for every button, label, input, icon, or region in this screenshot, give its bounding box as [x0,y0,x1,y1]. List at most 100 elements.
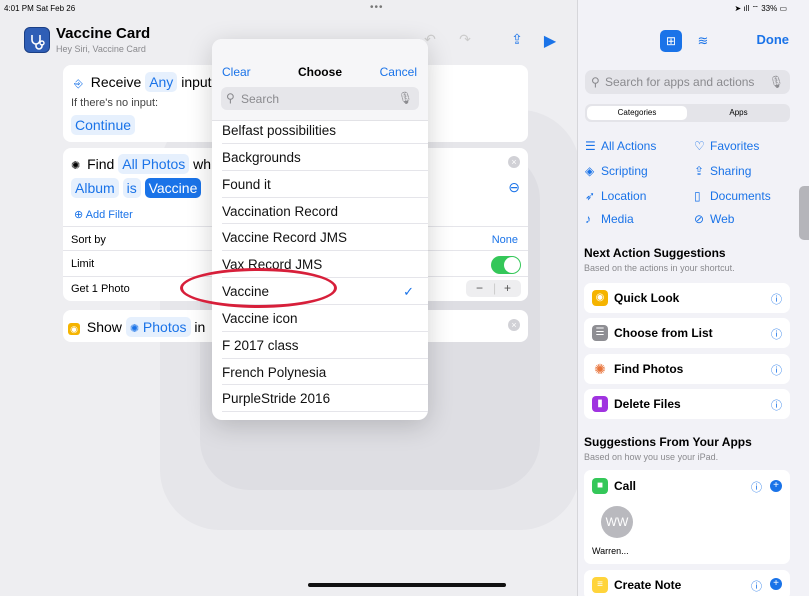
battery-icon: ▭ [779,4,787,13]
app-suggestions-title: Suggestions From Your Apps [584,435,752,449]
album-option[interactable]: French Polynesia [222,359,428,386]
panel-toolbar: ⊞ ≋ Done [578,28,809,58]
home-indicator[interactable] [308,583,506,587]
album-value-token[interactable]: Vaccine [144,178,202,198]
music-note-icon: ♪ [585,212,591,226]
categories-segment[interactable]: Categories [587,106,687,120]
info-icon[interactable]: ⓘ [771,291,782,307]
date-label: Sat Feb 26 [36,4,76,13]
shortcut-icon[interactable] [24,27,50,53]
clear-button[interactable]: Clear [222,65,251,79]
album-option-label: Belfast possibilities [222,123,337,138]
category-documents[interactable]: ▯ Documents [694,189,771,203]
remove-action-icon[interactable]: × [508,156,520,168]
actions-search-field[interactable]: ⚲ Search for apps and actions 🎙︎ [585,70,790,94]
input-type-token[interactable]: Any [145,72,178,92]
suggestion-quick-look[interactable]: ◉ Quick Look ⓘ [584,283,790,313]
photos-variable-token[interactable]: ✺ Photos [125,317,191,337]
sort-by-label: Sort by [71,234,106,246]
status-bar: 4:01 PM Sat Feb 26 ••• ➤ ıll ⌔ 33% ▭ [0,0,809,18]
category-label: Scripting [601,164,648,178]
add-icon[interactable]: + [770,578,782,590]
done-button[interactable]: Done [757,32,790,47]
location-icon: ➶ [585,189,596,203]
category-web[interactable]: ⊘ Web [694,212,734,226]
receive-label: Receive [90,74,142,90]
album-option-label: Found it [222,176,271,192]
multitasking-dots-icon[interactable]: ••• [370,2,384,13]
suggestion-create-note[interactable]: ≡ Create Note ⓘ + [584,570,790,596]
add-filter-button[interactable]: ⊕ Add Filter [74,208,133,221]
shortcut-title[interactable]: Vaccine Card [56,25,150,42]
add-icon[interactable]: + [770,480,782,492]
list-icon: ☰ [585,139,596,153]
album-option[interactable]: PurpleStride 2016 [222,385,428,413]
info-icon[interactable]: ⓘ [751,578,762,594]
share-icon[interactable]: ⇪ [507,31,527,51]
contact-avatar[interactable]: WW [601,506,633,538]
suggestion-find-photos[interactable]: ✺ Find Photos ⓘ [584,354,790,384]
suggestion-label: Call [614,479,637,493]
limit-toggle[interactable] [491,256,521,274]
microphone-icon[interactable]: 🎙︎ [398,91,413,105]
cancel-button[interactable]: Cancel [380,65,417,79]
info-icon[interactable]: ⓘ [771,397,782,413]
suggestion-label: Create Note [614,578,682,592]
album-option[interactable]: Vaccine Record JMS [222,224,428,252]
document-icon: ▯ [694,189,701,203]
album-option[interactable]: Vaccine icon [222,305,428,332]
next-suggestions-title: Next Action Suggestions [584,246,726,260]
limit-label: Limit [71,258,95,270]
category-media[interactable]: ♪ Media [585,212,634,226]
category-sharing[interactable]: ⇪ Sharing [694,164,751,178]
in-label: in [194,319,206,335]
album-option[interactable]: Vaccination Record [222,198,428,225]
info-icon[interactable]: ⓘ [771,362,782,378]
album-filter-token[interactable]: Album [71,178,119,198]
suggestion-call[interactable]: ■ Call ⓘ + WW Warren... [584,470,790,564]
find-label: Find [87,156,115,172]
panel-collapse-handle[interactable] [799,186,809,240]
info-icon[interactable]: ⓘ [751,479,762,495]
suggestion-label: Delete Files [614,397,681,411]
info-icon[interactable]: ⓘ [771,326,782,342]
album-option[interactable]: F 2017 class [222,332,428,359]
quick-look-icon: ◉ [592,290,608,306]
microphone-icon[interactable]: 🎙︎ [769,75,784,89]
category-all-actions[interactable]: ☰ All Actions [585,139,656,153]
category-location[interactable]: ➶ Location [585,189,646,203]
library-segmented-control[interactable]: Categories Apps [585,104,790,122]
shortcut-subtitle: Hey Siri, Vaccine Card [56,44,146,54]
album-option-label: Vaccination Record [222,203,339,219]
album-option[interactable]: Belfast possibilities [222,117,428,144]
album-option[interactable]: Backgrounds [222,144,428,171]
status-time: 4:01 PM Sat Feb 26 [4,4,75,13]
increment-button[interactable]: + [504,281,511,295]
run-button[interactable]: ▶ [540,31,560,51]
notes-icon: ≡ [592,577,608,593]
category-favorites[interactable]: ♡ Favorites [694,139,759,153]
album-option-label: F 2017 class [222,337,299,353]
operator-token[interactable]: is [122,178,141,198]
suggestion-choose-from-list[interactable]: ☰ Choose from List ⓘ [584,318,790,348]
remove-action-icon[interactable]: × [508,319,520,331]
apps-segment[interactable]: Apps [689,106,788,120]
category-label: Favorites [710,139,760,153]
list-icon: ☰ [592,325,608,341]
redo-icon[interactable]: ↷ [455,31,475,51]
photo-count-stepper[interactable]: − | + [466,280,521,297]
category-scripting[interactable]: ◈ Scripting [585,164,648,178]
album-option[interactable]: Found it [222,171,428,198]
remove-filter-icon[interactable]: ⊖ [508,179,520,196]
picker-search-field[interactable]: ⚲ Search 🎙︎ [221,87,419,110]
all-photos-token[interactable]: All Photos [118,154,190,174]
add-action-icon[interactable]: ⊞ [660,30,682,52]
suggestion-delete-files[interactable]: ▮ Delete Files ⓘ [584,389,790,419]
status-indicators: ➤ ıll ⌔ 33% ▭ [735,4,787,14]
decrement-button[interactable]: − [476,281,483,295]
continue-token[interactable]: Continue [71,115,136,135]
sort-by-value[interactable]: None [492,234,518,246]
actions-library-panel: ⊞ ≋ Done ⚲ Search for apps and actions 🎙… [578,0,809,596]
settings-sliders-icon[interactable]: ≋ [692,31,714,53]
category-label: Sharing [710,164,752,178]
